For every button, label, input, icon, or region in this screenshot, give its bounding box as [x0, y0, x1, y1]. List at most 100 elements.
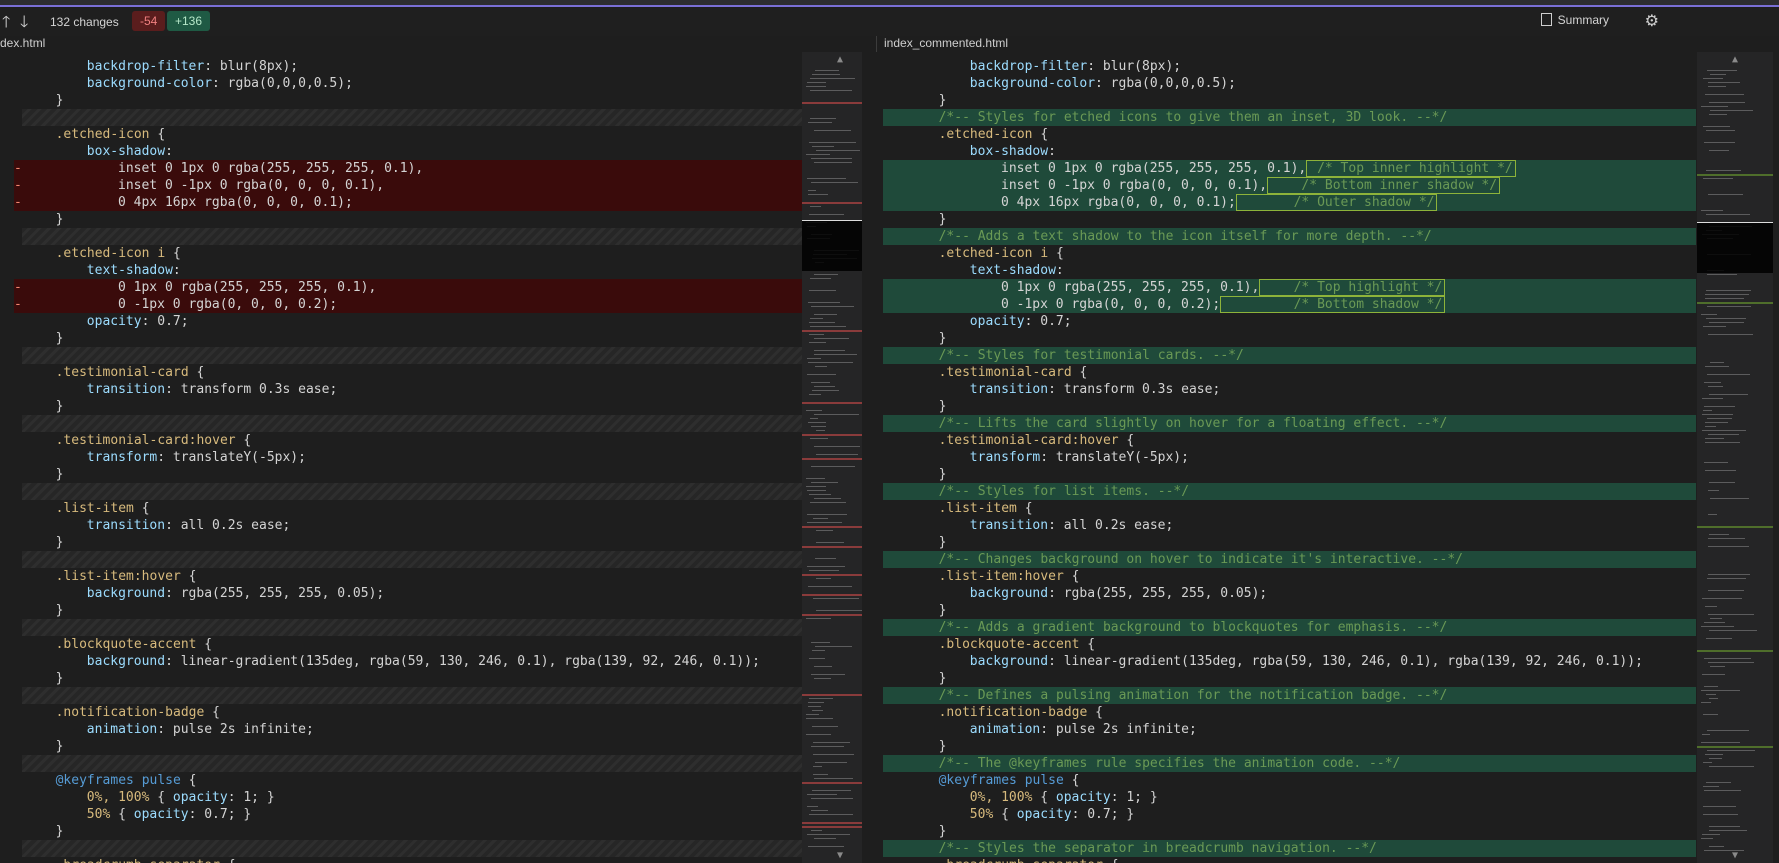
code-line: background: linear-gradient(135deg, rgba… — [0, 653, 802, 670]
minimap-viewport[interactable] — [1697, 222, 1773, 273]
next-change-arrow-icon[interactable]: 🡓 — [20, 11, 28, 38]
minimap-line — [1709, 362, 1725, 363]
minimap-line — [814, 338, 850, 339]
code-text: /*-- Styles for testimonial cards. --*/ — [938, 348, 1244, 363]
code-line: } — [0, 466, 802, 483]
minimap-line — [806, 734, 832, 735]
diff-placeholder-line — [22, 483, 802, 500]
minimap-line — [807, 82, 827, 83]
code-line: .testimonial-card { — [0, 364, 802, 381]
minimap-line — [814, 350, 846, 351]
diff-placeholder-line — [22, 347, 802, 364]
minimap-line — [808, 214, 845, 215]
minimap-line — [1706, 290, 1751, 291]
minimap-line — [815, 762, 847, 763]
minimap-line — [1706, 170, 1742, 171]
minimap-line — [814, 498, 842, 499]
code-text: /*-- Adds a text shadow to the icon itse… — [938, 229, 1432, 244]
minimap-line — [1709, 110, 1753, 111]
code-line: } — [0, 330, 802, 347]
code-line: } — [883, 670, 1696, 687]
code-text: } — [938, 603, 947, 618]
minimap-line — [1701, 690, 1741, 691]
code-text: box-shadow: — [86, 144, 173, 159]
code-text: } — [55, 535, 64, 550]
minimap-line — [812, 754, 854, 755]
minimap-change-marker — [1697, 746, 1773, 748]
left-code-pane[interactable]: backdrop-filter: blur(8px); background-co… — [0, 52, 802, 863]
minimap-line — [812, 650, 826, 651]
right-code-pane[interactable]: backdrop-filter: blur(8px); background-co… — [883, 52, 1696, 863]
code-text: 50% { opacity: 0.7; } — [86, 807, 252, 822]
right-minimap[interactable]: ▲ ▼ — [1697, 52, 1773, 863]
code-line: .etched-icon i { — [883, 245, 1696, 262]
deleted-line: 0 4px 16px rgba(0, 0, 0, 0.1); - — [14, 194, 802, 211]
minimap-scroll-down-icon[interactable]: ▼ — [1697, 850, 1773, 861]
code-line: } — [0, 398, 802, 415]
deletion-marker: - — [14, 195, 22, 210]
change-gutter — [862, 52, 882, 863]
code-line: } — [883, 330, 1696, 347]
minimap-line — [810, 206, 821, 207]
minimap-line — [1706, 318, 1746, 319]
added-line: /*-- Adds a gradient background to block… — [883, 619, 1696, 636]
code-text: } — [938, 739, 947, 754]
minimap-line — [1703, 622, 1726, 623]
code-text: transition: transform 0.3s ease; — [86, 382, 338, 397]
minimap-line — [813, 838, 837, 839]
summary-button[interactable]: Summary — [1540, 13, 1609, 27]
code-text: .notification-badge { — [938, 705, 1103, 720]
code-line: 0%, 100% { opacity: 1; } — [883, 789, 1696, 806]
minimap-line — [1701, 106, 1729, 107]
deletions-badge: -54 — [132, 11, 166, 31]
code-line: background: linear-gradient(135deg, rgba… — [883, 653, 1696, 670]
code-text: text-shadow: — [86, 263, 181, 278]
minimap-line — [810, 502, 846, 503]
code-line: } — [0, 823, 802, 840]
minimap-line — [810, 642, 830, 643]
code-text: background: linear-gradient(135deg, rgba… — [969, 654, 1643, 669]
added-line: /*-- Lifts the card slightly on hover fo… — [883, 415, 1696, 432]
code-text: transition: transform 0.3s ease; — [969, 382, 1221, 397]
minimap-line — [1708, 82, 1740, 83]
minimap-line — [813, 386, 836, 387]
diff-placeholder-line — [22, 687, 802, 704]
minimap-line — [815, 530, 833, 531]
minimap-line — [811, 306, 854, 307]
code-text: .etched-icon { — [938, 127, 1049, 142]
minimap-line — [809, 78, 856, 79]
minimap-change-marker — [1697, 526, 1773, 528]
minimap-line — [815, 578, 832, 579]
minimap-line — [1707, 274, 1738, 275]
code-text: opacity: 0.7; — [969, 314, 1072, 329]
minimap-line — [1701, 314, 1717, 315]
minimap-line — [1706, 306, 1752, 307]
minimap-line — [1710, 666, 1725, 667]
previous-change-arrow-icon[interactable]: 🡑 — [2, 11, 10, 38]
minimap-line — [1701, 838, 1714, 839]
minimap-line — [1704, 142, 1736, 143]
minimap-scroll-up-icon[interactable]: ▲ — [1697, 54, 1773, 65]
minimap-line — [1704, 382, 1721, 383]
minimap-line — [807, 702, 824, 703]
settings-gear-icon[interactable]: ⚙ — [1645, 11, 1659, 31]
minimap-line — [1703, 850, 1744, 851]
minimap-line — [1703, 786, 1719, 787]
code-text: /*-- Lifts the card slightly on hover fo… — [938, 416, 1448, 431]
minimap-line — [811, 726, 838, 727]
code-text: 0 4px 16px rgba(0, 0, 0, 0.1); /* Outer … — [1001, 194, 1438, 211]
code-text: 0 1px 0 rgba(255, 255, 255, 0.1), — [118, 280, 377, 295]
minimap-line — [806, 374, 837, 375]
minimap-line — [810, 90, 852, 91]
code-text: .blockquote-accent { — [55, 637, 213, 652]
minimap-line — [806, 490, 826, 491]
code-line: } — [883, 602, 1696, 619]
minimap-line — [1706, 782, 1732, 783]
code-text: background: rgba(255, 255, 255, 0.05); — [969, 586, 1268, 601]
deleted-line: inset 0 1px 0 rgba(255, 255, 255, 0.1), - — [14, 160, 802, 177]
code-text: .testimonial-card:hover { — [55, 433, 252, 448]
minimap-line — [812, 710, 823, 711]
deletion-marker: - — [14, 178, 22, 193]
code-line: .list-item:hover { — [0, 568, 802, 585]
minimap-line — [808, 190, 817, 191]
